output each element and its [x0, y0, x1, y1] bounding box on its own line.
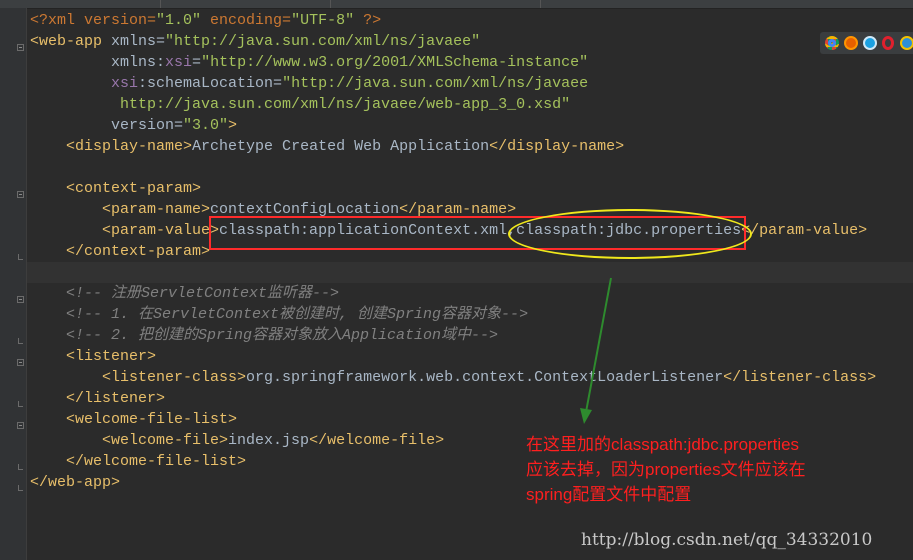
annotation-line-3: spring配置文件中配置	[526, 485, 692, 504]
annotation-note: 在这里加的classpath:jdbc.properties 应该去掉，因为pr…	[526, 432, 906, 507]
annotation-line-1: 在这里加的classpath:jdbc.properties	[526, 435, 800, 454]
watermark: http://blog.csdn.net/qq_34332010	[581, 530, 873, 550]
safari-icon[interactable]	[900, 36, 913, 50]
annotation-line-2: 应该去掉，因为properties文件应该在	[526, 460, 806, 479]
chrome-icon[interactable]	[825, 36, 839, 50]
opera-icon[interactable]	[882, 36, 894, 50]
firefox-icon[interactable]	[844, 36, 858, 50]
ie-icon[interactable]	[863, 36, 877, 50]
browser-preview-toolbar	[820, 32, 913, 54]
